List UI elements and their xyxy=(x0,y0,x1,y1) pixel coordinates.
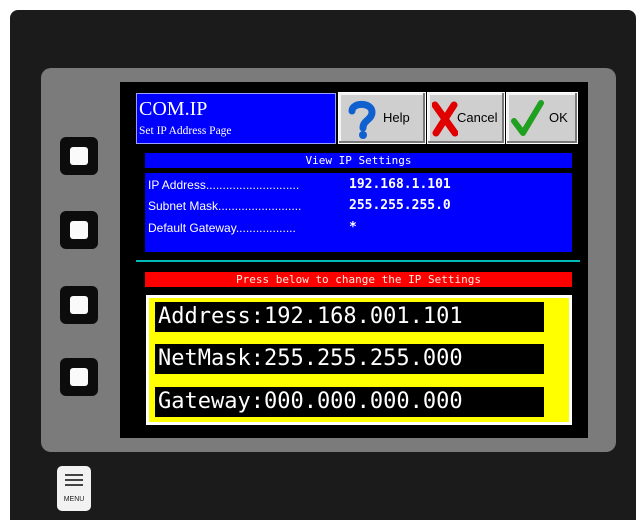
red-x-icon xyxy=(432,101,458,137)
page-title: COM.IP xyxy=(139,98,208,120)
page-subtitle: Set IP Address Page xyxy=(139,125,232,137)
view-ip-settings-bar: View IP Settings xyxy=(145,153,572,168)
address-field-text: Address:192.168.001.101 xyxy=(158,304,463,329)
cancel-label: Cancel xyxy=(457,110,498,125)
menu-label: MENU xyxy=(63,496,85,503)
ok-button[interactable]: OK xyxy=(506,92,578,144)
cancel-button[interactable]: Cancel xyxy=(427,92,505,144)
green-check-icon xyxy=(511,100,544,136)
title-box: COM.IP Set IP Address Page xyxy=(136,93,336,144)
side-button-3[interactable] xyxy=(60,286,98,324)
separator xyxy=(136,260,580,262)
subnet-mask-value: 255.255.255.0 xyxy=(349,198,451,213)
ip-address-value: 192.168.1.101 xyxy=(349,177,451,192)
side-button-4[interactable] xyxy=(60,358,98,396)
help-label: Help xyxy=(383,110,410,125)
netmask-field[interactable]: NetMask:255.255.255.000 xyxy=(155,344,544,374)
side-button-1[interactable] xyxy=(60,137,98,175)
press-below-bar: Press below to change the IP Settings xyxy=(145,272,572,287)
subnet-mask-label: Subnet Mask......................... xyxy=(148,199,302,213)
ok-label: OK xyxy=(549,110,568,125)
question-mark-icon xyxy=(348,100,376,139)
ip-address-label: IP Address............................ xyxy=(148,178,300,192)
ip-info-panel: IP Address............................ 1… xyxy=(145,173,572,252)
ip-edit-panel: Address:192.168.001.101 NetMask:255.255.… xyxy=(146,295,572,425)
address-field[interactable]: Address:192.168.001.101 xyxy=(155,302,544,332)
hmi-screen: COM.IP Set IP Address Page Help Cancel O… xyxy=(120,82,588,438)
default-gateway-label: Default Gateway.................. xyxy=(148,221,296,235)
default-gateway-value: * xyxy=(349,220,357,235)
side-button-2[interactable] xyxy=(60,211,98,249)
netmask-field-text: NetMask:255.255.255.000 xyxy=(158,346,463,371)
gateway-field-text: Gateway:000.000.000.000 xyxy=(158,389,463,414)
gateway-field[interactable]: Gateway:000.000.000.000 xyxy=(155,387,544,417)
help-button[interactable]: Help xyxy=(338,92,426,144)
menu-icon xyxy=(65,474,83,488)
menu-button[interactable]: MENU xyxy=(57,466,91,511)
